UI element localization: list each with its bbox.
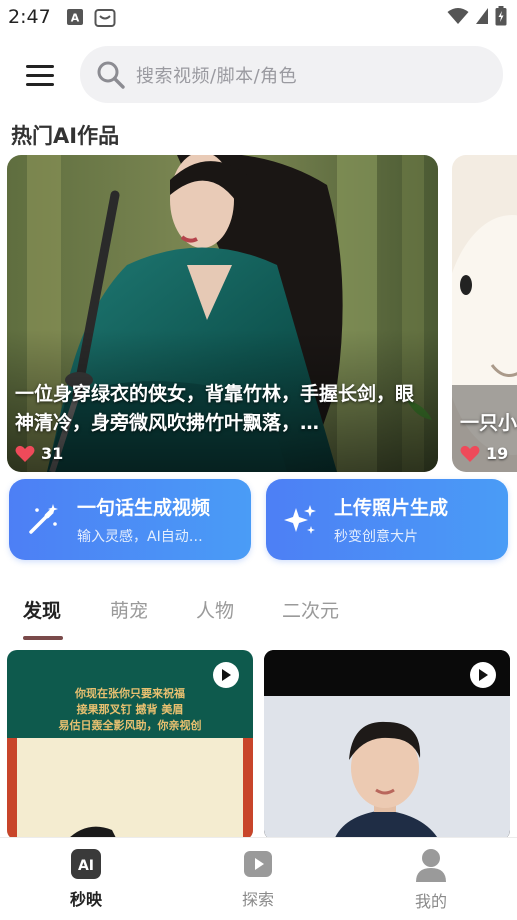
magic-wand-icon [29,503,58,534]
signal-icon [476,8,488,24]
overlay-line: 你现在张你只要来祝福 [75,687,185,700]
heart-icon [460,445,480,462]
category-tabs: 发现 萌宠 人物 二次元 [0,590,517,642]
menu-button[interactable] [22,60,58,90]
tab-pets[interactable]: 萌宠 [110,596,148,623]
overlay-line: 接果那叉钉 撼背 美眉 [76,703,184,716]
sparkle-icon [284,504,316,534]
photo-upload-button[interactable]: 上传照片生成 秒变创意大片 [266,479,508,560]
app-notification-icon: A [67,9,83,25]
nav-label: 秒映 [69,890,102,909]
svg-text:AI: AI [78,858,94,874]
like-count-value: 31 [41,444,64,463]
tab-anime[interactable]: 二次元 [282,596,339,623]
tab-discover[interactable]: 发现 [23,596,61,623]
bottom-navigation: AI 秒映 探索 我的 [0,837,517,920]
status-bar: 2:47 A [0,0,517,34]
battery-charging-icon [495,6,507,26]
tab-people[interactable]: 人物 [196,596,234,623]
overlay-line: 易估日轰全影风助，你亲视创 [58,719,202,732]
nav-item-explore[interactable]: 探索 [213,848,303,910]
hot-work-caption: 一位身穿绿衣的侠女，背靠竹林，手握长剑，眼神清冷，身旁微风吹拂竹叶飘落，… [15,383,415,434]
action-title: 一句话生成视频 [77,497,211,519]
play-icon [479,669,488,681]
search-bar[interactable]: 搜索视频/脚本/角色 [80,46,503,103]
hot-work-caption: 一只小 [460,412,517,434]
nav-label: 我的 [414,892,447,911]
menu-icon-line [26,73,54,77]
nav-item-profile[interactable]: 我的 [386,848,476,912]
like-count-value: 19 [486,444,509,463]
feed-video-card[interactable] [264,650,510,840]
person-icon [416,849,446,882]
action-subtitle: 输入灵感，AI自动… [77,529,203,545]
play-button[interactable] [470,662,496,688]
action-title: 上传照片生成 [334,497,449,519]
search-icon [97,61,125,89]
bag-notification-icon [94,9,116,27]
menu-icon-line [26,82,54,86]
hot-section-title: 热门AI作品 [11,124,120,148]
text-to-video-button[interactable]: 一句话生成视频 输入灵感，AI自动… [9,479,251,560]
feed-video-card[interactable]: 你现在张你只要来祝福 接果那叉钉 撼背 美眉 易估日轰全影风助，你亲视创 [7,650,253,840]
play-icon [222,669,231,681]
nav-label: 探索 [241,890,274,909]
feed-overlay-text: 你现在张你只要来祝福 接果那叉钉 撼背 美眉 易估日轰全影风助，你亲视创 [7,686,253,734]
like-count[interactable]: 19 [460,444,508,463]
svg-text:A: A [71,12,80,25]
play-square-icon [244,851,272,877]
action-subtitle: 秒变创意大片 [334,529,418,545]
play-button[interactable] [213,662,239,688]
wifi-icon [447,8,469,24]
ai-icon: AI [71,849,101,879]
hot-work-card[interactable]: 一只小 19 [452,155,517,472]
nav-item-home[interactable]: AI 秒映 [41,848,131,910]
menu-icon-line [26,64,54,68]
like-count[interactable]: 31 [15,444,63,463]
active-tab-indicator [23,636,63,640]
status-time: 2:47 [8,6,51,28]
heart-icon [15,445,35,462]
hot-work-card[interactable]: 一位身穿绿衣的侠女，背靠竹林，手握长剑，眼神清冷，身旁微风吹拂竹叶飘落，… 31 [7,155,438,472]
search-placeholder: 搜索视频/脚本/角色 [136,65,298,87]
